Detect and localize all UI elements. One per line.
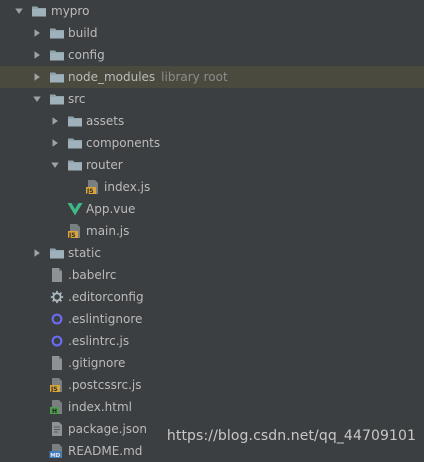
library-root-hint: library root <box>161 70 228 84</box>
tree-node-label: App.vue <box>86 202 136 216</box>
tree-node-label: .babelrc <box>68 268 117 282</box>
folder-icon <box>49 47 65 63</box>
tree-node-label: .eslintrc.js <box>68 334 130 348</box>
tree-node-label: config <box>68 48 105 62</box>
tree-node-config[interactable]: config <box>0 44 424 66</box>
markdown-file-icon <box>49 443 65 459</box>
chevron-right-icon[interactable] <box>31 66 43 88</box>
chevron-down-icon[interactable] <box>49 154 61 176</box>
tree-node-label: components <box>86 136 161 150</box>
folder-icon <box>67 157 83 173</box>
eslint-icon <box>49 333 65 349</box>
tree-node-src[interactable]: src <box>0 88 424 110</box>
tree-node-label: index.html <box>68 400 132 414</box>
chevron-right-icon[interactable] <box>31 22 43 44</box>
tree-node-label: node_modules <box>68 70 156 84</box>
tree-node-build[interactable]: build <box>0 22 424 44</box>
generic-file-icon <box>49 355 65 371</box>
tree-node-label: assets <box>86 114 125 128</box>
chevron-down-icon[interactable] <box>13 0 25 22</box>
js-file-icon <box>85 179 101 195</box>
tree-node-postcssrc-js[interactable]: .postcssrc.js <box>0 374 424 396</box>
folder-icon <box>67 135 83 151</box>
folder-icon <box>67 113 83 129</box>
js-file-icon <box>67 223 83 239</box>
folder-icon <box>31 3 47 19</box>
tree-node-label: .postcssrc.js <box>68 378 142 392</box>
tree-node-static[interactable]: static <box>0 242 424 264</box>
tree-node-label: src <box>68 92 86 106</box>
tree-node-app-vue[interactable]: App.vue <box>0 198 424 220</box>
chevron-down-icon[interactable] <box>31 88 43 110</box>
chevron-right-icon[interactable] <box>31 44 43 66</box>
tree-node-editorconfig[interactable]: .editorconfig <box>0 286 424 308</box>
tree-node-gitignore[interactable]: .gitignore <box>0 352 424 374</box>
tree-node-label: .gitignore <box>68 356 126 370</box>
chevron-right-icon[interactable] <box>31 242 43 264</box>
chevron-right-icon[interactable] <box>49 132 61 154</box>
vue-icon <box>67 201 83 217</box>
folder-icon <box>49 245 65 261</box>
tree-node-router[interactable]: router <box>0 154 424 176</box>
folder-icon <box>49 25 65 41</box>
gear-icon <box>49 289 65 305</box>
html-file-icon <box>49 399 65 415</box>
tree-node-label: .editorconfig <box>68 290 144 304</box>
js-file-icon <box>49 377 65 393</box>
folder-icon <box>49 69 65 85</box>
tree-node-label: static <box>68 246 101 260</box>
tree-node-label: main.js <box>86 224 130 238</box>
tree-node-mypro[interactable]: mypro <box>0 0 424 22</box>
tree-node-label: package.json <box>68 422 148 436</box>
tree-node-label: mypro <box>51 4 90 18</box>
eslint-icon <box>49 311 65 327</box>
folder-icon <box>49 91 65 107</box>
tree-node-label: index.js <box>104 180 151 194</box>
chevron-right-icon[interactable] <box>49 110 61 132</box>
tree-node-babelrc[interactable]: .babelrc <box>0 264 424 286</box>
tree-node-main-js[interactable]: main.js <box>0 220 424 242</box>
tree-node-eslintrc-js[interactable]: .eslintrc.js <box>0 330 424 352</box>
tree-node-index-html[interactable]: index.html <box>0 396 424 418</box>
tree-node-label: router <box>86 158 123 172</box>
project-tree: mypro build config node_modules library r… <box>0 0 424 462</box>
json-file-icon <box>49 421 65 437</box>
tree-node-node-modules[interactable]: node_modules library root <box>0 66 424 88</box>
tree-node-label: .eslintignore <box>68 312 143 326</box>
tree-node-router-index-js[interactable]: index.js <box>0 176 424 198</box>
tree-node-label: build <box>68 26 98 40</box>
tree-node-components[interactable]: components <box>0 132 424 154</box>
tree-node-assets[interactable]: assets <box>0 110 424 132</box>
generic-file-icon <box>49 267 65 283</box>
tree-node-eslintignore[interactable]: .eslintignore <box>0 308 424 330</box>
watermark-url: https://blog.csdn.net/qq_44709101 <box>166 428 416 444</box>
